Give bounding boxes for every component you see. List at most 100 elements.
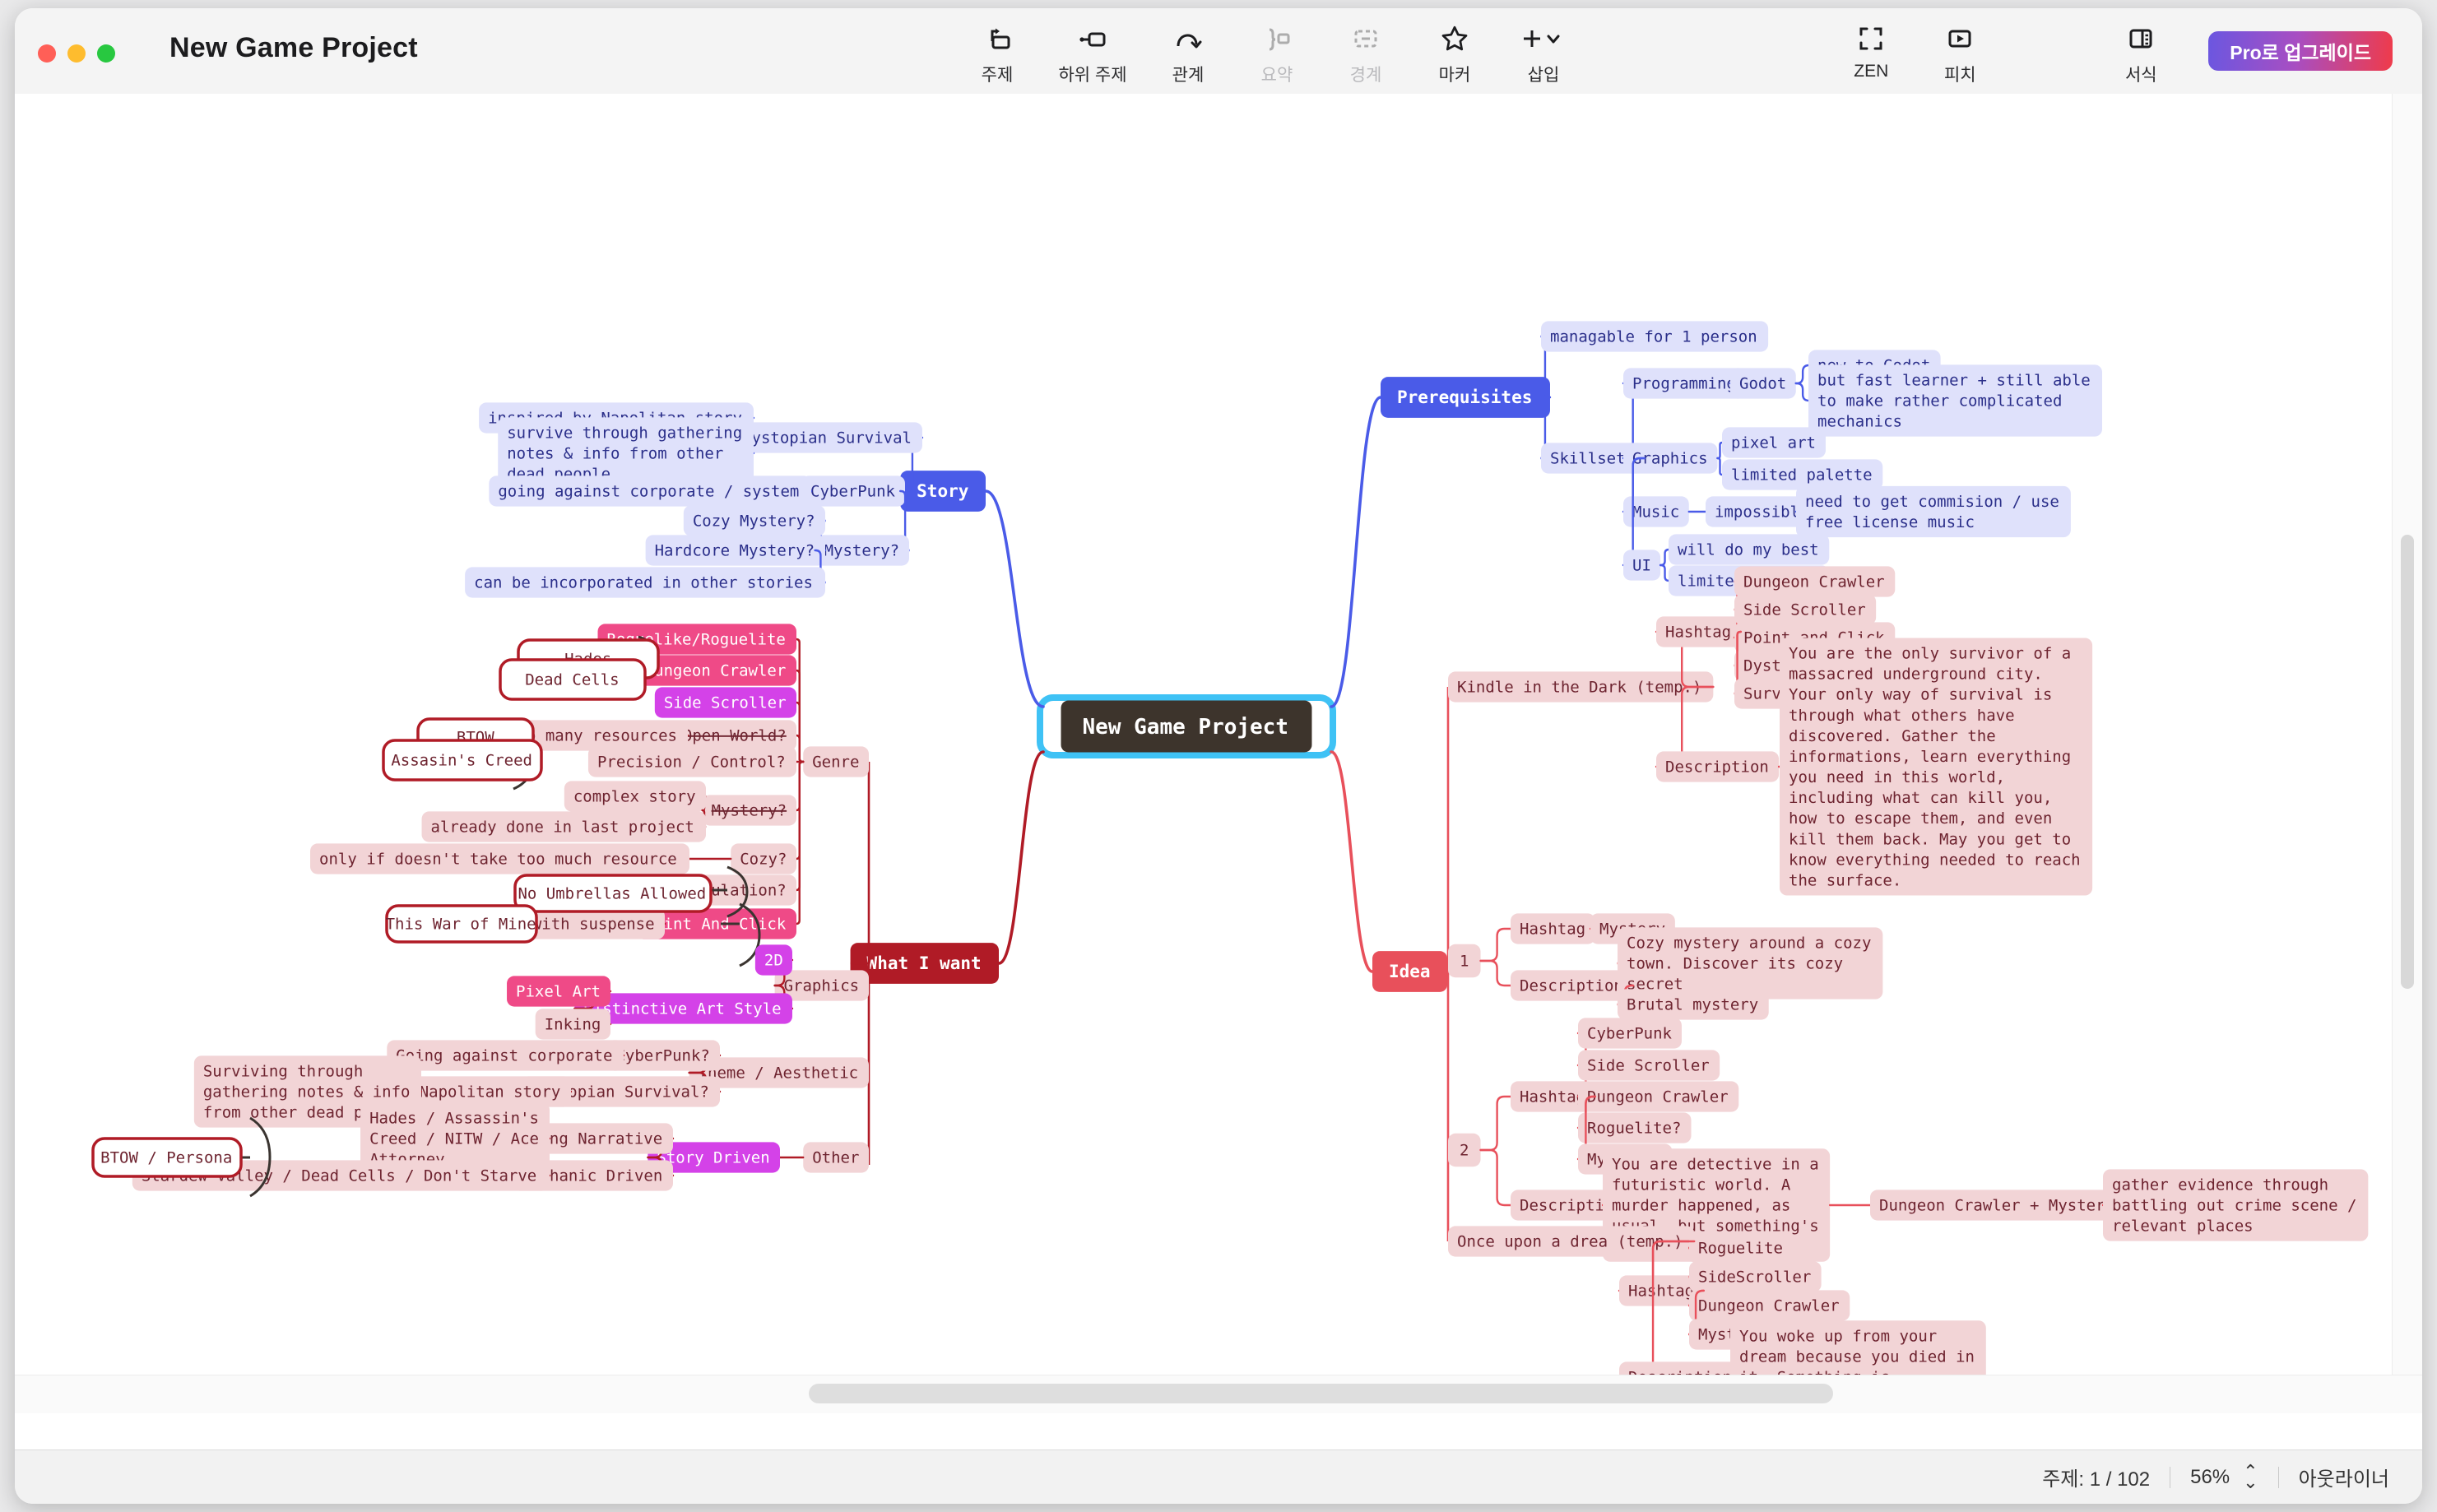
node-idea2-tag-dungeon-crawler[interactable]: Dungeon Crawler xyxy=(1578,1081,1739,1112)
toolbar-marker[interactable]: 마커 xyxy=(1410,13,1499,86)
node-what-i-want[interactable]: What I want xyxy=(850,943,999,984)
node-only-if-doesnt[interactable]: only if doesn't take too much resource xyxy=(310,843,689,874)
node-already-done[interactable]: already done in last project xyxy=(421,811,706,842)
horizontal-scrollbar-track[interactable] xyxy=(15,1375,2422,1413)
node-idea-2[interactable]: 2 xyxy=(1448,1133,1481,1167)
svg-text:Distinctive Art Style: Distinctive Art Style xyxy=(583,1000,781,1018)
zoom-button[interactable] xyxy=(97,44,115,63)
node-pixel-art-prereq[interactable]: pixel art xyxy=(1722,427,1826,458)
close-button[interactable] xyxy=(38,44,56,63)
node-genre[interactable]: Genre xyxy=(803,746,869,777)
toolbar-pitch-label: 피치 xyxy=(1943,66,1976,85)
svg-text:but fast learner + still able: but fast learner + still able xyxy=(1817,371,2091,389)
toolbar-subtopic[interactable]: 하위 주제 xyxy=(1042,13,1144,86)
node-idea2-tag-roguelite[interactable]: Roguelite? xyxy=(1578,1112,1692,1143)
node-fast-learner[interactable]: but fast learner + still able to make rat… xyxy=(1808,364,2103,437)
chevron-down-icon[interactable]: ⌄ xyxy=(2243,1473,2258,1491)
node-ui[interactable]: UI xyxy=(1623,550,1661,581)
minimize-button[interactable] xyxy=(67,44,86,63)
node-idea1-description-label[interactable]: Description xyxy=(1511,970,1634,1001)
divider xyxy=(2277,1466,2279,1488)
node-mystery-q2[interactable]: Mystery? xyxy=(702,795,796,826)
node-dystopian-survival[interactable]: Dystopian Survival xyxy=(733,422,922,453)
svg-text:battling out crime scene /: battling out crime scene / xyxy=(2112,1197,2356,1215)
node-napolitan-story[interactable]: Napolitan story xyxy=(410,1076,571,1107)
node-idea2-dc-mystery[interactable]: Dungeon Crawler + Mystery? xyxy=(1870,1190,2136,1221)
toolbar-insert[interactable]: 삽입 xyxy=(1499,13,1588,86)
node-cozy-mystery-q[interactable]: Cozy Mystery? xyxy=(683,505,825,536)
title-bar: New Game Project 주제 하위 주제 관계 요약 경계 마커 삽입… xyxy=(15,8,2422,95)
node-kindle-tag-side-scroller[interactable]: Side Scroller xyxy=(1734,594,1877,625)
vertical-scrollbar-thumb[interactable] xyxy=(2401,535,2414,989)
node-going-against-corporate[interactable]: Going against corporate xyxy=(387,1040,624,1071)
mindmap-svg[interactable]: New Game Project Prerequisites managable f… xyxy=(15,94,2422,1413)
root-node[interactable]: New Game Project xyxy=(1061,700,1312,753)
node-dungeon-crawler-genre[interactable]: Dungeon Crawler xyxy=(635,655,796,686)
node-precision-control-q[interactable]: Precision / Control? xyxy=(587,746,796,777)
node-idea1-brutal-mystery[interactable]: Brutal mystery xyxy=(1618,989,1769,1020)
node-managable[interactable]: managable for 1 person xyxy=(1541,321,1769,352)
toolbar-relationship[interactable]: 관계 xyxy=(1144,13,1232,86)
svg-text:including what can kill you,: including what can kill you, xyxy=(1789,789,2052,807)
vertical-scrollbar-track[interactable] xyxy=(2392,94,2422,1413)
node-once-tag-dungeon-crawler[interactable]: Dungeon Crawler xyxy=(1689,1290,1850,1321)
node-other[interactable]: Other xyxy=(803,1142,869,1173)
svg-text:will do my best: will do my best xyxy=(1678,541,1819,559)
toolbar-boundary[interactable]: 경계 xyxy=(1321,13,1410,86)
node-prerequisites[interactable]: Prerequisites xyxy=(1381,377,1550,418)
node-idea2-tag-cyberpunk[interactable]: CyberPunk xyxy=(1578,1018,1682,1049)
node-idea[interactable]: Idea xyxy=(1372,951,1448,992)
node-complex-story[interactable]: complex story xyxy=(564,781,706,812)
node-limited-palette-1[interactable]: limited palette xyxy=(1722,459,1883,490)
node-kindle-in-the-dark[interactable]: Kindle in the Dark (temp.) xyxy=(1448,671,1714,703)
node-mystery-q[interactable]: Mystery? xyxy=(815,535,909,566)
toolbar-insert-label: 삽입 xyxy=(1527,66,1560,85)
node-godot[interactable]: Godot xyxy=(1730,368,1796,399)
node-idea1-cozy-mystery[interactable]: Cozy mystery around a cozy town. Discover… xyxy=(1618,927,1883,999)
toolbar-summary[interactable]: 요약 xyxy=(1232,13,1321,86)
svg-text:managable for 1 person: managable for 1 person xyxy=(1550,328,1757,346)
node-hardcore-mystery-q[interactable]: Hardcore Mystery? xyxy=(645,535,825,566)
node-kindle-description[interactable]: You are the only survivor of a massacred … xyxy=(1780,638,2093,896)
window-controls xyxy=(38,44,115,63)
node-side-scroller-genre[interactable]: Side Scroller xyxy=(654,687,796,718)
summary-icon xyxy=(1263,21,1291,56)
node-kindle-hashtag[interactable]: Hashtag xyxy=(1656,616,1741,647)
node-idea2-gather-evidence[interactable]: gather evidence through battling out crim… xyxy=(2103,1169,2369,1241)
toolbar-topic[interactable]: 주제 xyxy=(953,13,1042,86)
svg-text:Dungeon Crawler: Dungeon Crawler xyxy=(645,662,787,680)
node-idea2-tag-side-scroller[interactable]: Side Scroller xyxy=(1578,1050,1720,1081)
toolbar-zen[interactable]: ZEN xyxy=(1827,13,1915,81)
mindmap-canvas[interactable]: New Game Project Prerequisites managable f… xyxy=(15,94,2422,1413)
horizontal-scrollbar-thumb[interactable] xyxy=(809,1384,1833,1403)
upgrade-pro-button[interactable]: Pro로 업그레이드 xyxy=(2208,31,2393,71)
toolbar-pitch[interactable]: 피치 xyxy=(1915,13,2004,86)
node-with-suspense[interactable]: with suspense xyxy=(522,908,665,939)
node-will-do-best[interactable]: will do my best xyxy=(1669,534,1830,565)
svg-text:Mystery?: Mystery? xyxy=(712,802,787,820)
svg-text:already done in last project: already done in last project xyxy=(431,819,694,837)
node-kindle-description-label[interactable]: Description xyxy=(1656,751,1780,782)
node-once-tag-roguelite[interactable]: Roguelite xyxy=(1689,1232,1793,1264)
node-cyberpunk[interactable]: CyberPunk xyxy=(801,475,905,507)
connector xyxy=(1479,959,1512,987)
node-kindle-tag-dungeon-crawler[interactable]: Dungeon Crawler xyxy=(1734,566,1896,597)
outliner-button[interactable]: 아웃라이너 xyxy=(2299,1463,2389,1491)
node-cozy-q[interactable]: Cozy? xyxy=(731,843,796,874)
node-once-tag-sidescroller[interactable]: SideScroller xyxy=(1689,1261,1822,1292)
node-open-world-q[interactable]: Open World? xyxy=(673,720,796,751)
node-programming[interactable]: Programming xyxy=(1623,368,1747,399)
toolbar-format[interactable]: 서식 xyxy=(2096,13,2185,86)
svg-text:going against corporate / syst: going against corporate / system xyxy=(498,483,799,501)
node-can-be-incorporated[interactable]: can be incorporated in other stories xyxy=(465,567,825,598)
svg-text:SideScroller: SideScroller xyxy=(1698,1269,1811,1287)
node-2d[interactable]: 2D xyxy=(754,944,792,976)
toolbar-format-label: 서식 xyxy=(2124,66,2157,85)
zoom-stepper[interactable]: ⌃ ⌄ xyxy=(2243,1462,2258,1491)
node-pixel-art-want[interactable]: Pixel Art xyxy=(507,976,610,1007)
node-idea-1[interactable]: 1 xyxy=(1448,944,1481,978)
node-commision[interactable]: need to get commision / use free license … xyxy=(1796,485,2071,538)
node-going-against[interactable]: going against corporate / system xyxy=(489,475,811,507)
node-inking[interactable]: Inking xyxy=(535,1009,610,1040)
node-idea1-hashtag[interactable]: Hashtag xyxy=(1511,913,1595,944)
